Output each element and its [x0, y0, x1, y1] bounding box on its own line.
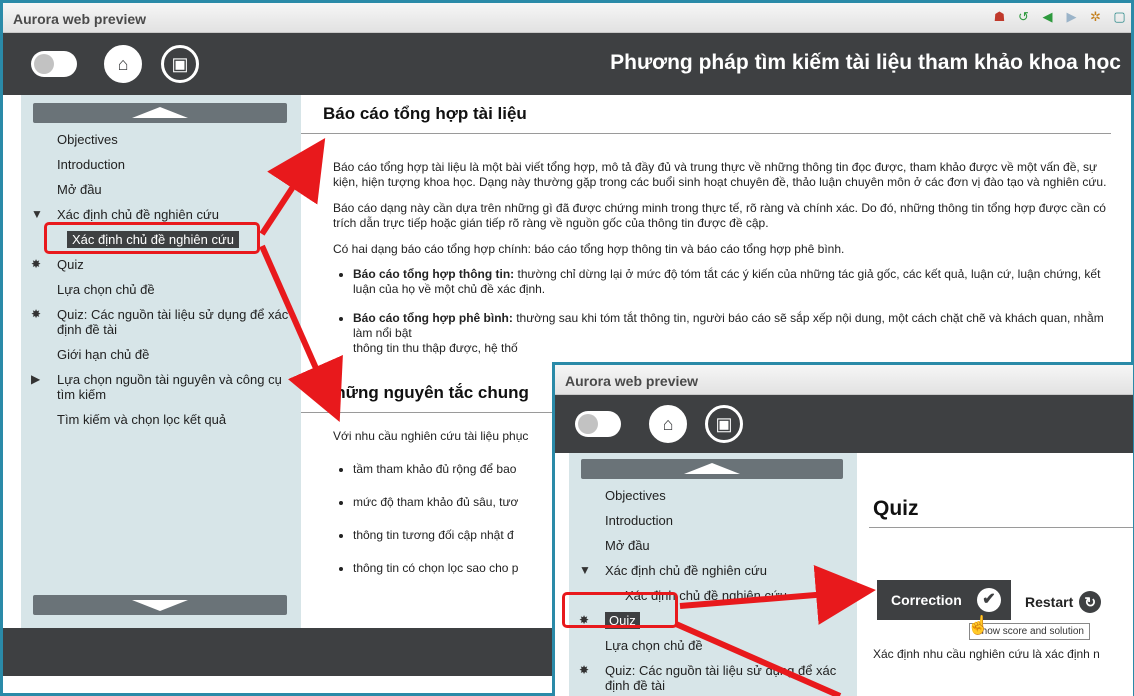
window-title: Aurora web preview [13, 11, 147, 27]
course-title: Phương pháp tìm kiếm tài liệu tham khảo … [610, 51, 1121, 74]
nav-item-introduction[interactable]: Introduction [21, 152, 301, 177]
home-icon[interactable]: ☗ [992, 9, 1007, 24]
preview-window-2: Aurora web preview ⌂ ▣ Objectives Introd… [552, 362, 1134, 696]
nav-item-gioi-han-chu-de[interactable]: Giới hạn chủ đề [21, 342, 301, 367]
nav-item-lua-chon-nguon[interactable]: ▶ Lựa chọn nguồn tài nguyên và công cụ tì… [21, 367, 301, 407]
paragraph: Báo cáo tổng hợp tài liệu là một bài viế… [333, 160, 1107, 189]
back-arrow-icon[interactable]: ◀ [1040, 9, 1055, 24]
quiz-star-icon: ✸ [579, 663, 590, 677]
nav-tree-2: Objectives Introduction Mở đầu ▼ Xác định… [569, 483, 857, 696]
nav-item-objectives[interactable]: Objectives [569, 483, 857, 508]
expand-down-icon: ▼ [31, 207, 43, 221]
nav-tree: Objectives Introduction Mở đầu ▼ Xác định… [21, 127, 301, 432]
hand-cursor-icon: ☝ [967, 615, 990, 635]
title-bar: Aurora web preview ☗ ↺ ◀ ▶ ✲ ▢ [3, 3, 1131, 33]
sidebar: Objectives Introduction Mở đầu ▼ Xác định… [21, 95, 301, 628]
title-bar-2: Aurora web preview [555, 365, 1133, 395]
quiz-star-icon: ✸ [31, 307, 42, 321]
correction-button[interactable]: Correction ✔ [877, 580, 1011, 620]
bullet-list: Báo cáo tổng hợp thông tin: thường chỉ d… [333, 267, 1107, 356]
quiz-star-icon: ✸ [31, 257, 42, 271]
restart-icon: ↻ [1079, 591, 1102, 613]
highlight-box [562, 592, 678, 628]
forward-arrow-icon[interactable]: ▶ [1064, 9, 1079, 24]
nav-item-mo-dau[interactable]: Mở đầu [21, 177, 301, 202]
nav-item-mo-dau[interactable]: Mở đầu [569, 533, 857, 558]
checkmark-icon: ✔ [977, 588, 1001, 612]
nav-item-quiz-nguon-tai-lieu[interactable]: ✸ Quiz: Các nguồn tài liệu sử dụng để xác… [569, 658, 857, 696]
home-button[interactable]: ⌂ [104, 45, 142, 83]
content-body: Báo cáo tổng hợp tài liệu là một bài viế… [301, 160, 1131, 356]
scroll-up-button-2[interactable] [581, 459, 843, 479]
toggle-knob-icon [578, 414, 598, 434]
theme-toggle-2[interactable] [575, 411, 621, 437]
paragraph: Có hai dạng báo cáo tổng hợp chính: báo … [333, 242, 845, 256]
nav-item-quiz[interactable]: ✸ Quiz [21, 252, 301, 277]
window-icon[interactable]: ▢ [1112, 9, 1127, 24]
scroll-up-button[interactable] [33, 103, 287, 123]
nav-item-objectives[interactable]: Objectives [21, 127, 301, 152]
home-button-2[interactable]: ⌂ [649, 405, 687, 443]
app-header-2: ⌂ ▣ [555, 395, 1133, 453]
sidebar-2: Objectives Introduction Mở đầu ▼ Xác định… [569, 453, 857, 696]
list-item: Báo cáo tổng hợp phê bình: thường sau kh… [353, 311, 1107, 356]
quiz-question: Xác định nhu cầu nghiên cứu là xác định … [873, 647, 1100, 661]
section-title: Báo cáo tổng hợp tài liệu [301, 95, 1111, 134]
expand-right-icon: ▶ [31, 372, 41, 386]
nav-item-lua-chon-chu-de[interactable]: Lựa chọn chủ đề [569, 633, 857, 658]
bookmark-button-2[interactable]: ▣ [705, 405, 743, 443]
nav-item-quiz-nguon-tai-lieu[interactable]: ✸ Quiz: Các nguồn tài liệu sử dụng để xác… [21, 302, 301, 342]
settings-icon[interactable]: ✲ [1088, 9, 1103, 24]
title-bar-icons: ☗ ↺ ◀ ▶ ✲ ▢ [992, 9, 1127, 24]
bookmark-button[interactable]: ▣ [161, 45, 199, 83]
nav-item-tim-kiem[interactable]: Tìm kiếm và chọn lọc kết quả [21, 407, 301, 432]
toggle-knob-icon [34, 54, 54, 74]
stage: Aurora web preview ☗ ↺ ◀ ▶ ✲ ▢ ⌂ ▣ Phươn… [0, 0, 1134, 696]
theme-toggle[interactable] [31, 51, 77, 77]
expand-down-icon: ▼ [579, 563, 591, 577]
paragraph: Báo cáo dạng này cần dựa trên những gì đ… [333, 201, 1106, 230]
quiz-title: Quiz [873, 497, 919, 520]
app-header: ⌂ ▣ Phương pháp tìm kiếm tài liệu tham k… [3, 33, 1131, 95]
quiz-divider [869, 527, 1133, 528]
window-title-2: Aurora web preview [565, 373, 699, 389]
nav-item-lua-chon-chu-de[interactable]: Lựa chọn chủ đề [21, 277, 301, 302]
restart-button[interactable]: Restart ↻ [1025, 591, 1102, 613]
nav-item-xac-dinh-chu-de[interactable]: ▼ Xác định chủ đề nghiên cứu [569, 558, 857, 583]
nav-item-introduction[interactable]: Introduction [569, 508, 857, 533]
list-item: Báo cáo tổng hợp thông tin: thường chỉ d… [353, 267, 1107, 297]
sync-icon[interactable]: ↺ [1016, 9, 1031, 24]
scroll-down-button[interactable] [33, 595, 287, 615]
highlight-box [44, 222, 260, 254]
